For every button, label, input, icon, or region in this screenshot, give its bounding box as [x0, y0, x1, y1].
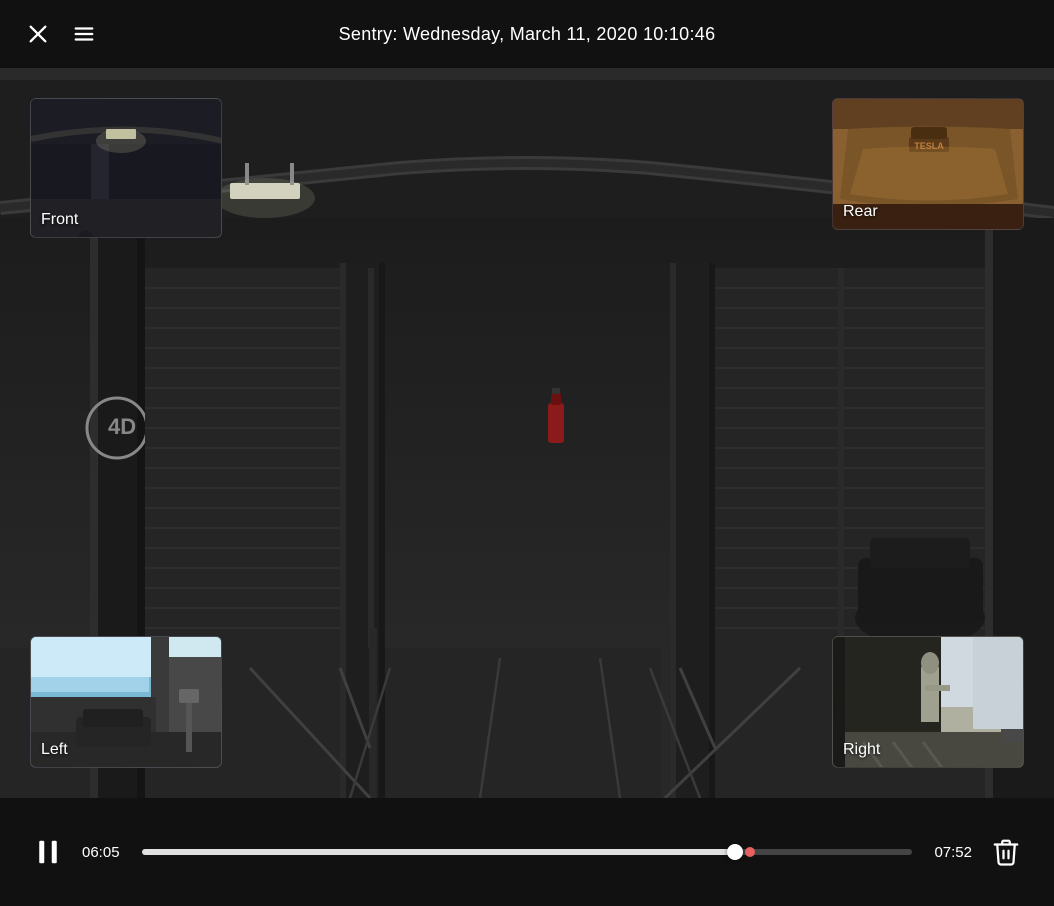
delete-button[interactable]: [988, 834, 1024, 870]
right-camera-thumb[interactable]: Right: [832, 636, 1024, 768]
progress-marker: [745, 847, 755, 857]
left-camera-label: Left: [41, 741, 68, 759]
front-camera-thumb[interactable]: Front: [30, 98, 222, 238]
progress-handle[interactable]: [727, 844, 743, 860]
video-title: Sentry: Wednesday, March 11, 2020 10:10:…: [339, 24, 716, 45]
video-controls: 06:05 07:52: [0, 798, 1054, 906]
front-camera-label: Front: [41, 211, 78, 229]
total-time: 07:52: [928, 844, 972, 861]
right-camera-label: Right: [843, 741, 880, 759]
progress-bar[interactable]: [142, 849, 912, 855]
current-time: 06:05: [82, 844, 126, 861]
close-button[interactable]: [22, 18, 54, 50]
left-camera-thumb[interactable]: Left: [30, 636, 222, 768]
progress-filled: [142, 849, 735, 855]
rear-camera-label: Rear: [843, 203, 878, 221]
main-video-area: 4D: [0, 68, 1054, 798]
top-bar: Sentry: Wednesday, March 11, 2020 10:10:…: [0, 0, 1054, 68]
play-pause-button[interactable]: [30, 834, 66, 870]
menu-button[interactable]: [68, 18, 100, 50]
svg-text:4D: 4D: [108, 414, 136, 439]
rear-camera-thumb[interactable]: TESLA Rear: [832, 98, 1024, 230]
